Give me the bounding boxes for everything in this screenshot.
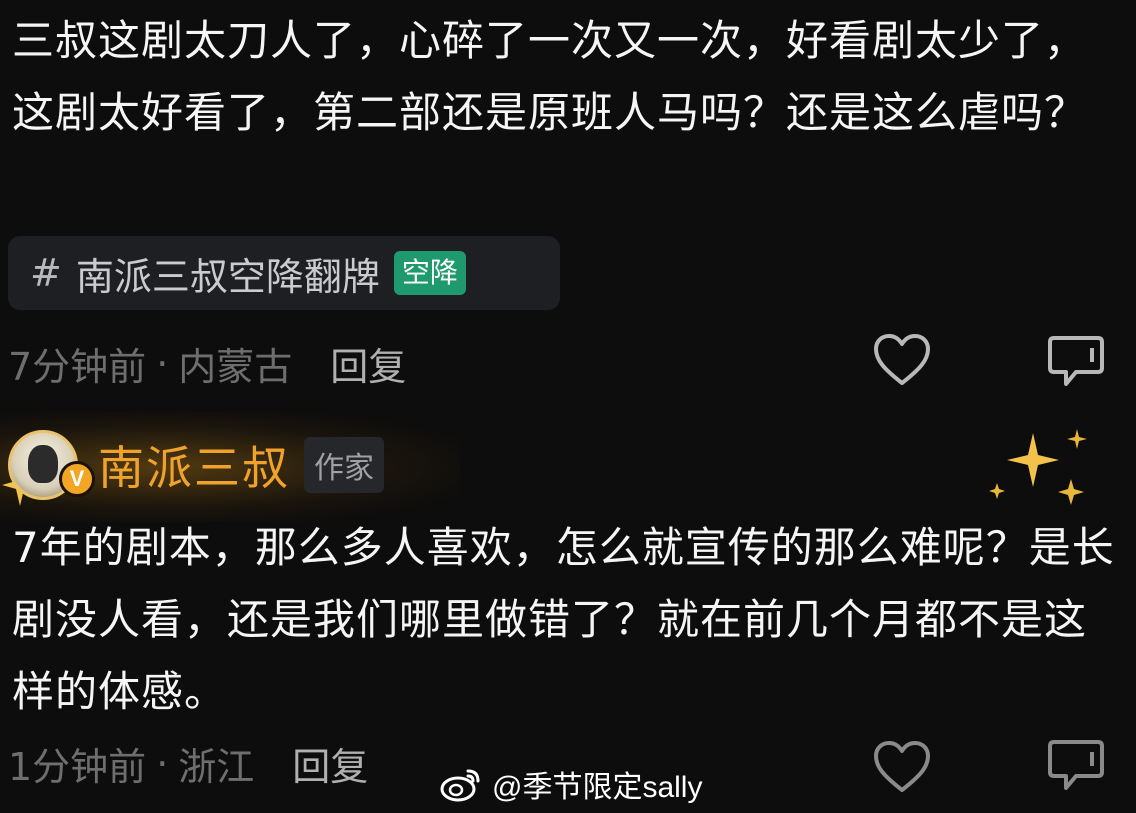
topic-chip[interactable]: # 南派三叔空降翻牌 空降 [8, 236, 560, 310]
comment-location: 内蒙古 [178, 345, 293, 389]
sparkle-icon [989, 429, 1087, 505]
watermark-text: @季节限定sally [492, 771, 703, 804]
avatar-portrait [28, 445, 58, 483]
author-name[interactable]: 南派三叔 [98, 432, 290, 498]
like-heart-icon[interactable] [872, 333, 932, 387]
avatar[interactable]: V [8, 430, 95, 500]
comment-meta: 1分钟前 · 浙江 回复 [8, 736, 368, 791]
meta-separator: · [156, 341, 169, 386]
comment-meta: 7分钟前 · 内蒙古 回复 [8, 336, 406, 391]
watermark: @季节限定sally [440, 762, 702, 806]
topic-hash: # [30, 251, 62, 295]
like-heart-icon[interactable] [872, 740, 932, 794]
reply-button[interactable]: 回复 [292, 736, 368, 791]
meta-separator: · [156, 741, 169, 786]
comment-time: 7分钟前 [8, 345, 147, 389]
reply-button[interactable]: 回复 [330, 336, 406, 391]
comment-text: 7年的剧本，那么多人喜欢，怎么就宣传的那么难呢？是长剧没人看，还是我们哪里做错了… [12, 523, 1115, 716]
topic-badge: 空降 [393, 251, 466, 295]
author-row: V 南派三叔 作家 [8, 430, 384, 500]
verified-badge: V [59, 461, 95, 497]
comment-bubble-icon[interactable] [1046, 738, 1106, 792]
topic-label: 南派三叔空降翻牌 [75, 254, 380, 299]
comment-text: 三叔这剧太刀人了，心碎了一次又一次，好看剧太少了，这剧太好看了，第二部还是原班人… [12, 16, 1088, 137]
comment-time: 1分钟前 [8, 745, 147, 789]
comment-bubble-icon[interactable] [1046, 334, 1106, 388]
comment-location: 浙江 [178, 745, 255, 789]
author-tag: 作家 [304, 437, 384, 493]
weibo-logo-icon [440, 769, 480, 802]
